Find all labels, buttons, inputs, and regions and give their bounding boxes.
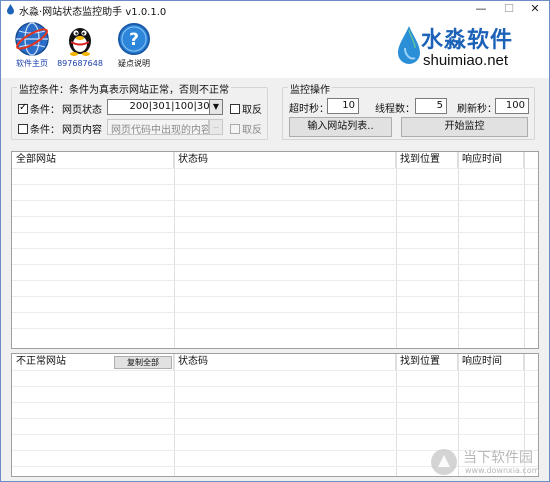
condition-content-label: 网页内容 [62, 125, 102, 136]
import-sites-button[interactable]: 输入网站列表.. [289, 117, 392, 137]
watermark-url: www.downxia.com [465, 466, 540, 475]
threads-label: 线程数： [375, 104, 415, 115]
app-window: 水淼·网站状态监控助手 v1.0.1.0 — ☐ ✕ 软件主页 89768764… [0, 0, 550, 482]
homepage-label: 软件主页 [16, 59, 48, 68]
condition-status-invert[interactable]: 取反 [230, 101, 262, 116]
water-drop-logo-icon [398, 26, 420, 64]
watermark-logo-icon [431, 449, 457, 475]
status-codes-input[interactable]: 200|301|100|302 [107, 99, 220, 115]
condition-status-prefix: 条件： [30, 105, 60, 116]
threads-input[interactable]: 5 [415, 98, 447, 114]
minimize-button[interactable]: — [467, 1, 495, 18]
invert-status-label: 取反 [242, 105, 262, 116]
copy-all-button[interactable]: 复制全部 [114, 356, 172, 369]
invert-status-checkbox[interactable] [230, 104, 240, 114]
app-icon [7, 4, 14, 15]
timeout-input[interactable]: 10 [327, 98, 359, 114]
title-bar: 水淼·网站状态监控助手 v1.0.1.0 — ☐ ✕ [1, 1, 549, 18]
condition-content-invert[interactable]: 取反 [230, 121, 262, 136]
all-sites-table[interactable]: 全部网站 状态码 找到位置 响应时间 [11, 151, 539, 349]
brand-url: shuimiao.net [423, 52, 509, 69]
toolbar: 软件主页 897687648 ? 疑点说明 水淼软件 shuimiao.net [1, 18, 549, 78]
page-content-browse-button[interactable]: .. [209, 119, 223, 135]
column-header-response-time[interactable]: 响应时间 [458, 152, 524, 168]
qq-button[interactable]: 897687648 [57, 21, 103, 69]
brand-name: 水淼软件 [421, 28, 514, 53]
maximize-button[interactable]: ☐ [495, 1, 523, 18]
help-label: 疑点说明 [118, 59, 150, 68]
refresh-input[interactable]: 100 [495, 98, 529, 114]
operations-group: 监控操作 超时秒： 10 线程数： 5 刷新秒： 100 输入网站列表.. 开始… [282, 81, 535, 140]
watermark: 当下软件园 www.downxia.com [429, 445, 547, 479]
condition-content-prefix: 条件： [30, 125, 60, 136]
page-content-input[interactable]: 网页代码中出现的内容 [107, 119, 209, 135]
status-codes-dropdown[interactable]: ▼ [209, 99, 223, 115]
globe-icon [15, 22, 49, 56]
svg-text:?: ? [129, 30, 139, 50]
invert-content-checkbox[interactable] [230, 124, 240, 134]
watermark-name: 当下软件园 [463, 450, 533, 466]
conditions-legend: 监控条件：条件为真表示网站正常，否则不正常 [17, 81, 231, 96]
column-header-response-time-2[interactable]: 响应时间 [458, 354, 524, 370]
invert-content-label: 取反 [242, 125, 262, 136]
qq-penguin-icon [69, 28, 91, 56]
condition-content-checkbox[interactable] [18, 124, 28, 134]
help-button[interactable]: ? 疑点说明 [111, 21, 157, 69]
refresh-label: 刷新秒： [457, 104, 497, 115]
homepage-button[interactable]: 软件主页 [9, 21, 55, 69]
column-header-found-position[interactable]: 找到位置 [396, 152, 458, 168]
condition-status-row: 条件：网页状态 [18, 101, 102, 116]
column-header-status-code[interactable]: 状态码 [174, 152, 396, 168]
column-header-all-sites[interactable]: 全部网站 [12, 152, 174, 168]
condition-status-label: 网页状态 [62, 105, 102, 116]
timeout-label: 超时秒： [289, 104, 329, 115]
qq-number-label: 897687648 [57, 59, 103, 68]
condition-status-checkbox[interactable] [18, 102, 28, 114]
close-button[interactable]: ✕ [521, 1, 549, 18]
condition-content-row: 条件： 网页内容 [18, 121, 102, 136]
brand-logo: 水淼软件 shuimiao.net [393, 22, 533, 74]
conditions-group: 监控条件：条件为真表示网站正常，否则不正常 条件：网页状态 200|301|10… [11, 81, 268, 140]
window-title: 水淼·网站状态监控助手 v1.0.1.0 [19, 7, 167, 18]
column-header-found-position-2[interactable]: 找到位置 [396, 354, 458, 370]
help-icon: ? [118, 23, 150, 55]
operations-legend: 监控操作 [288, 81, 332, 96]
column-header-status-code-2[interactable]: 状态码 [174, 354, 396, 370]
start-monitor-button[interactable]: 开始监控 [401, 117, 528, 137]
